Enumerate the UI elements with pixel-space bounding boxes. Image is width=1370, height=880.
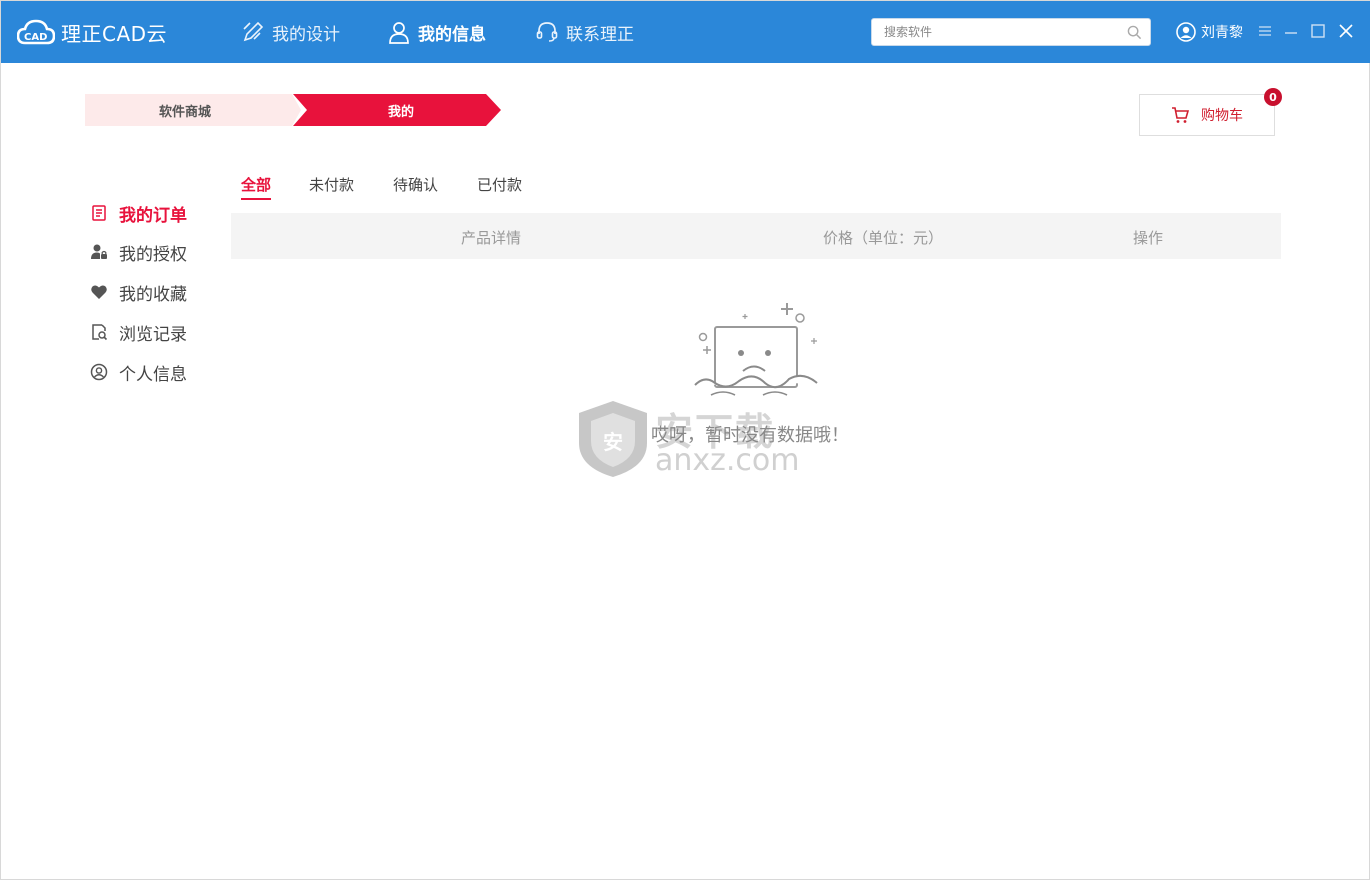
cart-label: 购物车 (1201, 108, 1243, 124)
breadcrumb-store[interactable]: 软件商城 (85, 94, 301, 126)
app-window: CAD 理正CAD云 我的设计 我的信息 联系理正 搜索软件 刘青黎 软件商城 … (0, 0, 1370, 880)
user-avatar-icon (1176, 22, 1196, 42)
nav-my-design[interactable]: 我的设计 (241, 17, 340, 47)
shield-watermark-icon: 安 (579, 401, 647, 477)
close-icon[interactable] (1338, 23, 1354, 39)
search-input[interactable] (884, 23, 1124, 41)
pencil-ruler-icon (243, 21, 264, 42)
sidebar-item-label: 我的授权 (119, 244, 187, 265)
empty-message: 哎呀，暂时没有数据哦！ (651, 425, 849, 446)
headset-icon (536, 22, 558, 42)
cart-count-badge: 0 (1264, 88, 1282, 106)
column-product: 产品详情 (461, 229, 522, 247)
title-bar: CAD 理正CAD云 我的设计 我的信息 联系理正 搜索软件 刘青黎 (1, 1, 1370, 63)
order-list-icon (92, 205, 106, 221)
svg-text:CAD: CAD (24, 32, 47, 43)
sidebar-item-label: 浏览记录 (119, 324, 187, 345)
nav-contact[interactable]: 联系理正 (535, 17, 634, 47)
sidebar-item-label: 我的订单 (119, 205, 187, 226)
person-icon (389, 22, 409, 44)
tab-all[interactable]: 全部 (241, 174, 272, 200)
sidebar-item-label: 个人信息 (119, 364, 187, 385)
watermark-domain: anxz.com (655, 443, 800, 478)
search-icon[interactable] (1127, 25, 1142, 40)
sidebar-item-profile[interactable]: 个人信息 (90, 359, 187, 385)
sidebar-item-favorites[interactable]: 我的收藏 (90, 279, 187, 305)
watermark-shield-text: 安 (603, 430, 623, 454)
sidebar-item-license[interactable]: 我的授权 (90, 239, 187, 265)
nav-my-design-label: 我的设计 (272, 24, 340, 45)
cart-button[interactable]: 购物车 (1139, 94, 1275, 136)
maximize-icon[interactable] (1310, 23, 1326, 39)
column-action: 操作 (1133, 229, 1164, 247)
nav-my-info-label: 我的信息 (418, 24, 486, 45)
heart-icon (91, 285, 107, 299)
user-lock-icon (91, 244, 107, 259)
sidebar-item-history[interactable]: 浏览记录 (90, 319, 187, 345)
menu-icon[interactable] (1257, 23, 1273, 39)
cart-icon (1172, 107, 1189, 123)
sidebar-item-label: 我的收藏 (119, 284, 187, 305)
order-table-header: 产品详情 价格（单位：元） 操作 (231, 213, 1281, 259)
tab-pending[interactable]: 待确认 (393, 174, 438, 200)
tab-paid[interactable]: 已付款 (477, 174, 522, 200)
history-search-icon (92, 324, 108, 341)
user-name: 刘青黎 (1201, 25, 1243, 41)
sidebar-item-orders[interactable]: 我的订单 (90, 200, 187, 226)
nav-contact-label: 联系理正 (566, 24, 634, 45)
nav-my-info[interactable]: 我的信息 (387, 17, 486, 47)
user-account[interactable]: 刘青黎 (1176, 20, 1243, 44)
cloud-logo-icon: CAD (17, 19, 55, 45)
minimize-icon[interactable] (1283, 23, 1299, 39)
app-logo: CAD 理正CAD云 (17, 17, 167, 47)
column-price: 价格（单位：元） (823, 229, 944, 247)
profile-icon (90, 363, 108, 381)
breadcrumb-mine[interactable]: 我的 (293, 94, 501, 126)
empty-box-illustration (694, 303, 818, 396)
search-box (871, 18, 1151, 46)
tab-unpaid[interactable]: 未付款 (309, 174, 354, 200)
app-title: 理正CAD云 (61, 21, 168, 46)
